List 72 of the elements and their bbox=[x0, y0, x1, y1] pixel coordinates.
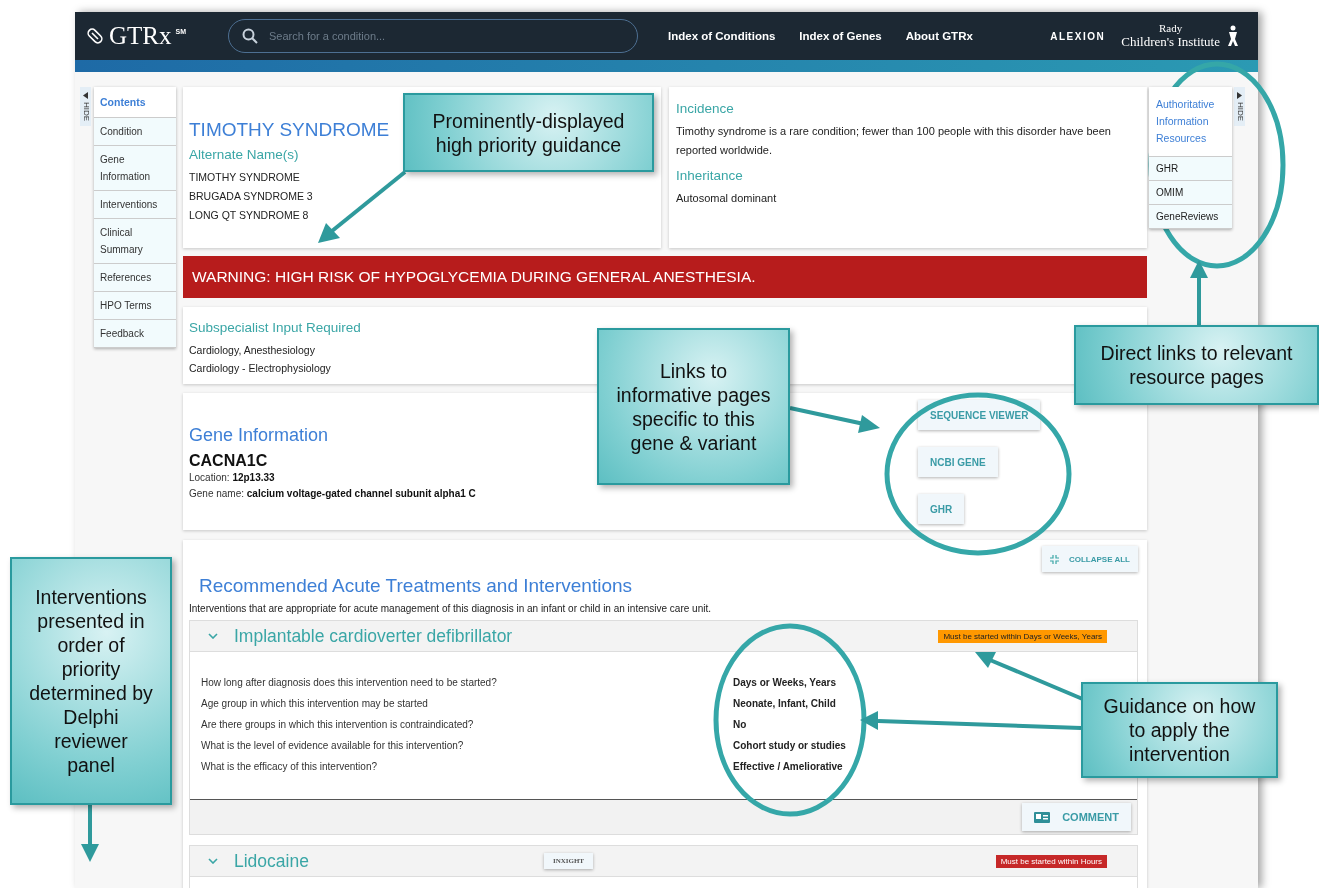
answer-text: No bbox=[733, 718, 747, 732]
alternate-name: LONG QT SYNDROME 8 bbox=[189, 208, 310, 223]
contents-link[interactable]: Feedback bbox=[94, 320, 176, 348]
warning-banner: WARNING: HIGH RISK OF HYPOGLYCEMIA DURING GENERAL ANESTHESIA. bbox=[183, 256, 1147, 298]
deadline-badge: Must be started within Hours bbox=[995, 854, 1107, 868]
partner-logo[interactable]: ALEXION bbox=[1050, 30, 1106, 42]
nav-link[interactable]: Index of Genes bbox=[799, 30, 882, 42]
section-heading: Alternate Name(s) bbox=[189, 147, 300, 162]
callout-box: Guidance on how to apply the intervention bbox=[1081, 682, 1278, 778]
contents-link[interactable]: Interventions bbox=[94, 191, 176, 219]
section-heading: Inheritance bbox=[676, 168, 744, 183]
specialty-text: Cardiology, Anesthesiology bbox=[189, 343, 315, 358]
alternate-name: BRUGADA SYNDROME 3 bbox=[189, 189, 314, 204]
question-text: How long after diagnosis does this intervention need to be started? bbox=[201, 676, 498, 690]
deadline-badge: Must be started within Days or Weeks, Years bbox=[938, 629, 1107, 643]
contents-link[interactable]: HPO Terms bbox=[94, 292, 176, 320]
answer-text: Cohort study or studies bbox=[733, 739, 846, 753]
arrow bbox=[81, 805, 99, 862]
question-text: Are there groups in which this intervention is contraindicated? bbox=[201, 718, 475, 732]
resource-link[interactable]: GHR bbox=[1149, 157, 1232, 181]
arrow bbox=[1190, 260, 1208, 325]
nav-link[interactable]: Index of Conditions bbox=[668, 30, 776, 42]
comment-card-icon bbox=[1034, 811, 1051, 823]
contents-link[interactable]: References bbox=[94, 264, 176, 292]
section-heading: Subspecialist Input Required bbox=[189, 320, 362, 335]
contents-link[interactable]: Gene Information bbox=[94, 146, 176, 191]
search-icon bbox=[242, 28, 258, 44]
callout-box: Links to informative pages specific to this gene & variant bbox=[597, 328, 790, 485]
resource-link[interactable]: OMIM bbox=[1149, 181, 1232, 205]
answer-text: Days or Weeks, Years bbox=[733, 676, 837, 690]
resource-link[interactable]: GeneReviews bbox=[1149, 205, 1232, 229]
callout-box: Prominently-displayed high priority guidance bbox=[403, 93, 654, 172]
condition-title: TIMOTHY SYNDROME bbox=[189, 119, 390, 141]
intervention-name: Implantable cardioverter defibrillator bbox=[234, 625, 513, 647]
intervention-name: Lidocaine bbox=[234, 850, 309, 872]
inheritance-text: Autosomal dominant bbox=[676, 191, 778, 206]
intervention-header[interactable]: Implantable cardioverter defibrillator Must be started within Days or Weeks, Years bbox=[190, 621, 1137, 652]
incidence-text: Timothy syndrome is a rare condition; fewer than 100 people with this disorder have been reported worldwide. bbox=[676, 124, 1112, 158]
pill-icon bbox=[85, 26, 105, 46]
alternate-name: TIMOTHY SYNDROME bbox=[189, 170, 301, 185]
gene-symbol: CACNA1C bbox=[189, 452, 269, 470]
question-text: Age group in which this intervention may be started bbox=[201, 697, 429, 711]
figure-icon bbox=[1226, 25, 1240, 47]
question-text: What is the efficacy of this intervention? bbox=[201, 760, 378, 774]
interventions-intro: Interventions that are appropriate for acute management of this diagnosis in an infant or child in an intensive care unit. bbox=[189, 603, 712, 614]
hide-tab[interactable]: HIDE bbox=[1234, 87, 1245, 127]
answer-text: Neonate, Infant, Child bbox=[733, 697, 836, 711]
nav-link[interactable]: About GTRx bbox=[905, 30, 973, 42]
callout-box: Direct links to relevant resource pages bbox=[1074, 325, 1319, 405]
interventions-heading: Recommended Acute Treatments and Interventions bbox=[199, 575, 633, 597]
hide-label: HIDE bbox=[1234, 102, 1245, 122]
specialty-text: Cardiology - Electrophysiology bbox=[189, 361, 331, 376]
callout-box: Interventions presented in order of priority determined by Delphi reviewer panel bbox=[10, 557, 172, 805]
gene-name: Gene name: calcium voltage-gated channel subunit alpha1 C bbox=[189, 487, 477, 501]
institute-logo-text: Rady bbox=[1159, 23, 1183, 34]
chevron-down-icon bbox=[208, 633, 218, 639]
logo-text[interactable]: GTRx bbox=[109, 22, 172, 50]
gene-location: Location: 12p13.33 bbox=[189, 471, 276, 485]
caret-left-icon bbox=[83, 92, 88, 99]
hide-label: HIDE bbox=[80, 102, 91, 122]
contents-link[interactable]: Clinical Summary bbox=[94, 219, 176, 264]
institute-logo-text[interactable]: Children's Institute bbox=[1121, 34, 1220, 49]
answer-text: Effective / Ameliorative bbox=[733, 760, 843, 774]
hide-tab[interactable]: HIDE bbox=[80, 87, 91, 127]
caret-right-icon bbox=[1237, 92, 1242, 99]
search-field[interactable]: Search for a condition... bbox=[228, 19, 638, 53]
contents-link[interactable]: Condition bbox=[94, 118, 176, 146]
question-text: What is the level of evidence available for this intervention? bbox=[201, 739, 465, 753]
collapse-icon bbox=[1049, 554, 1059, 564]
gene-heading: Gene Information bbox=[189, 425, 329, 446]
section-heading: Incidence bbox=[676, 101, 735, 116]
chevron-down-icon bbox=[208, 858, 218, 864]
